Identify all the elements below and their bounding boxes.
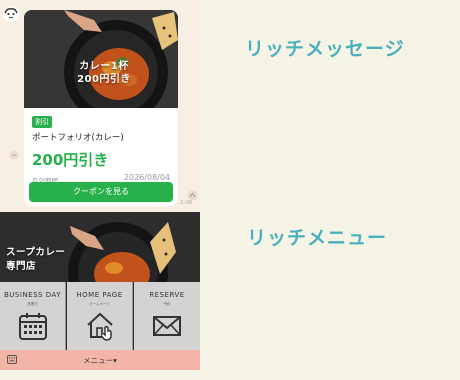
message-time: 2:06 [180,200,193,206]
rich-menu-bar[interactable]: メニュー▾ [0,350,200,370]
tile-label-jp: 営業日 [27,302,38,306]
share-left-icon[interactable] [9,150,19,160]
home-pointer-icon [87,312,113,341]
rich-message-heading: リッチメッセージ [245,38,405,60]
envelope-icon [153,316,181,336]
shop-name-line2: 専門店 [6,261,37,272]
tile-reserve[interactable]: RESERVE 予約 [134,282,200,350]
tile-label-jp: 予約 [163,302,171,306]
expiry-date: 2026/08/04 [123,173,170,182]
discount-badge: 割引 [32,116,52,128]
tile-label-jp: ホームページ [89,302,110,306]
tile-home-page[interactable]: HOME PAGE ホームページ [67,282,133,350]
rich-menu-tiles: BUSINESS DAY 営業日 HOME PAGE ホームページ RESERV… [0,282,200,350]
tile-label-en: RESERVE [149,291,185,299]
coupon-price: 200円引き [32,151,109,169]
hero-caption: カレー1杯 200円引き [64,60,144,86]
rich-message-bubble[interactable]: カレー1杯 200円引き 割引 ポートフォリオ(カレー) 200円引き 有効期間… [24,10,178,206]
tile-label-en: BUSINESS DAY [4,291,61,299]
tile-label-en: HOME PAGE [76,291,123,299]
calendar-icon [19,313,47,340]
phone-preview: カレー1杯 200円引き 割引 ポートフォリオ(カレー) 200円引き 有効期間… [0,0,200,380]
curry-hero-image [24,10,178,108]
shop-name: スープカレー 専門店 [6,246,65,274]
avatar-icon[interactable] [2,5,20,23]
tile-business-day[interactable]: BUSINESS DAY 営業日 [0,282,66,350]
menu-toggle-label[interactable]: メニュー▾ [0,355,200,366]
chat-area: カレー1杯 200円引き 割引 ポートフォリオ(カレー) 200円引き 有効期間… [0,0,200,212]
view-coupon-button[interactable]: クーポンを見る [29,182,173,202]
coupon-title: ポートフォリオ(カレー) [32,133,124,143]
rich-menu-heading: リッチメニュー [247,227,388,249]
shop-name-line1: スープカレー [6,247,66,258]
hero-caption-line2: 200円引き [77,74,131,85]
hero-caption-line1: カレー1杯 [79,61,129,72]
